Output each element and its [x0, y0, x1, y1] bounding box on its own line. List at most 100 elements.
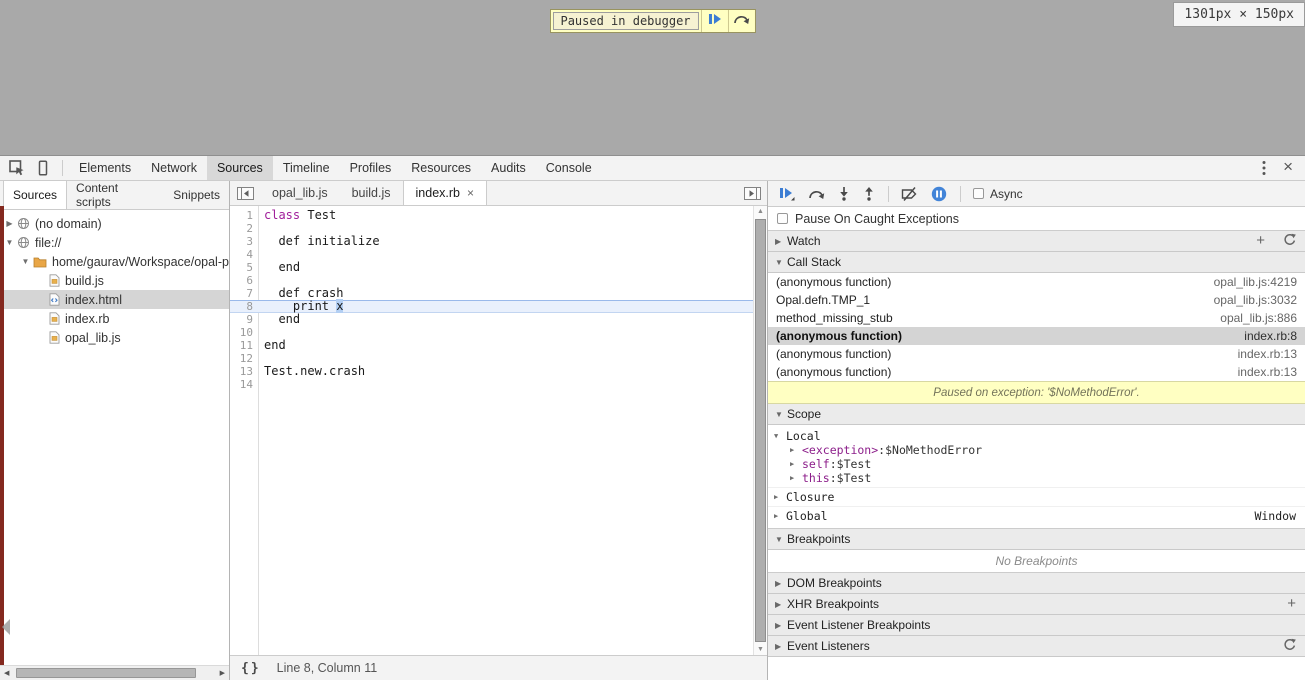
refresh-watch-icon[interactable]: [1283, 233, 1296, 249]
scroll-down-icon[interactable]: ▼: [754, 646, 767, 653]
event-listener-breakpoints-section-header[interactable]: ▶ Event Listener Breakpoints: [768, 615, 1305, 636]
scope-row-local[interactable]: ▼ Local: [768, 429, 1305, 443]
line-number[interactable]: 3: [230, 235, 258, 248]
expanded-arrow-icon[interactable]: ▼: [20, 257, 31, 266]
call-stack-frame[interactable]: (anonymous function) index.rb:13: [768, 363, 1305, 381]
tab-resources[interactable]: Resources: [401, 156, 481, 180]
navigator-tab-snippets[interactable]: Snippets: [164, 181, 229, 209]
tree-item-index-html[interactable]: index.html: [0, 290, 229, 309]
overflow-menu-icon[interactable]: [1251, 156, 1277, 180]
code-line[interactable]: 1 class Test: [230, 209, 753, 223]
navigator-tab-content-scripts[interactable]: Content scripts: [67, 181, 164, 209]
expanded-arrow-icon[interactable]: ▼: [774, 429, 786, 443]
call-stack-frame[interactable]: (anonymous function) index.rb:13: [768, 345, 1305, 363]
code-line[interactable]: 13 Test.new.crash: [230, 365, 753, 379]
expanded-arrow-icon[interactable]: ▼: [4, 238, 15, 247]
line-number[interactable]: 2: [230, 222, 258, 235]
resume-button[interactable]: [779, 187, 795, 201]
tree-item--no-domain-[interactable]: ▶ (no domain): [0, 214, 229, 233]
tree-item-home-gaurav-workspace-opal-pl[interactable]: ▼ home/gaurav/Workspace/opal-pl: [0, 252, 229, 271]
call-stack-frame[interactable]: method_missing_stub opal_lib.js:886: [768, 309, 1305, 327]
code-line[interactable]: 10: [230, 326, 753, 339]
close-devtools-icon[interactable]: ×: [1277, 157, 1305, 179]
collapsed-arrow-icon[interactable]: ▶: [790, 443, 802, 457]
scroll-right-icon[interactable]: ▶: [220, 667, 225, 680]
tree-item-index-rb[interactable]: index.rb: [0, 309, 229, 328]
inspect-element-icon[interactable]: [4, 156, 30, 180]
tab-audits[interactable]: Audits: [481, 156, 536, 180]
navigator-tab-sources[interactable]: Sources: [3, 181, 68, 209]
source-code-area[interactable]: 1 class Test 2 3 def initialize 4 5 end 6 7 def…: [230, 206, 767, 655]
scope-section-header[interactable]: ▼ Scope: [768, 404, 1305, 425]
editor-tab-build-js[interactable]: build.js: [340, 181, 403, 205]
close-tab-icon[interactable]: ×: [467, 186, 474, 200]
editor-tab-index-rb[interactable]: index.rb ×: [402, 181, 488, 205]
code-line[interactable]: 5 end: [230, 261, 753, 275]
scope-row--exception-[interactable]: ▶ <exception>: $NoMethodError: [768, 443, 1305, 457]
step-into-button[interactable]: [838, 186, 850, 201]
call-stack-frame[interactable]: Opal.defn.TMP_1 opal_lib.js:3032: [768, 291, 1305, 309]
tab-profiles[interactable]: Profiles: [340, 156, 402, 180]
code-line[interactable]: 3 def initialize: [230, 235, 753, 249]
line-number[interactable]: 9: [230, 313, 258, 326]
pause-on-exceptions-button[interactable]: [931, 186, 947, 202]
add-icon[interactable]: +: [1287, 596, 1296, 611]
vertical-scroll-thumb[interactable]: [755, 219, 766, 642]
collapsed-arrow-icon[interactable]: ▶: [4, 219, 15, 228]
tree-item-file-[interactable]: ▼ file://: [0, 233, 229, 252]
line-number[interactable]: 10: [230, 326, 258, 339]
async-checkbox[interactable]: [973, 188, 984, 199]
scope-row-global[interactable]: ▶ Global Window: [768, 506, 1305, 523]
step-out-button[interactable]: [863, 186, 875, 201]
step-over-button[interactable]: [808, 187, 825, 200]
breakpoints-section-header[interactable]: ▼ Breakpoints: [768, 529, 1305, 550]
horizontal-scroll-thumb[interactable]: [16, 668, 196, 678]
code-line[interactable]: 11 end: [230, 339, 753, 353]
collapsed-arrow-icon[interactable]: ▶: [790, 471, 802, 485]
watch-section-header[interactable]: ▶ Watch +: [768, 231, 1305, 252]
xhr-breakpoints-section-header[interactable]: ▶ XHR Breakpoints +: [768, 594, 1305, 615]
line-number[interactable]: 1: [230, 209, 258, 222]
code-line[interactable]: 14: [230, 378, 753, 391]
tab-elements[interactable]: Elements: [69, 156, 141, 180]
line-number[interactable]: 14: [230, 378, 258, 391]
collapsed-arrow-icon[interactable]: ▶: [774, 509, 786, 523]
step-over-button-banner[interactable]: [727, 10, 755, 32]
collapsed-arrow-icon[interactable]: ▶: [790, 457, 802, 471]
hide-navigator-icon[interactable]: [230, 181, 260, 205]
tab-sources[interactable]: Sources: [206, 155, 273, 180]
scope-row-this[interactable]: ▶ this: $Test: [768, 471, 1305, 485]
tab-network[interactable]: Network: [141, 156, 207, 180]
call-stack-frame[interactable]: (anonymous function) index.rb:8: [768, 327, 1305, 345]
add-watch-icon[interactable]: +: [1256, 233, 1265, 248]
show-debugger-sidebar-icon[interactable]: [737, 181, 767, 205]
execution-line[interactable]: 8 print x: [230, 299, 753, 313]
line-number[interactable]: 11: [230, 339, 258, 352]
event-listeners-section-header[interactable]: ▶ Event Listeners: [768, 636, 1305, 657]
editor-vertical-scrollbar[interactable]: ▲ ▼: [753, 206, 767, 655]
line-number[interactable]: 5: [230, 261, 258, 274]
code-line[interactable]: 9 end: [230, 313, 753, 327]
pretty-print-icon[interactable]: {}: [241, 661, 261, 676]
device-mode-icon[interactable]: [30, 156, 56, 180]
line-number[interactable]: 7: [230, 287, 258, 300]
call-stack-frame[interactable]: (anonymous function) opal_lib.js:4219: [768, 273, 1305, 291]
call-stack-section-header[interactable]: ▼ Call Stack: [768, 252, 1305, 273]
code-line[interactable]: 4: [230, 248, 753, 261]
resume-script-button[interactable]: [700, 10, 728, 32]
pause-on-caught-checkbox[interactable]: [777, 213, 788, 224]
deactivate-breakpoints-button[interactable]: [901, 186, 918, 201]
tree-item-build-js[interactable]: build.js: [0, 271, 229, 290]
line-number[interactable]: 13: [230, 365, 258, 378]
editor-tab-opal-lib-js[interactable]: opal_lib.js: [260, 181, 340, 205]
tab-timeline[interactable]: Timeline: [273, 156, 340, 180]
collapsed-arrow-icon[interactable]: ▶: [774, 490, 786, 504]
line-number[interactable]: 8: [230, 300, 258, 313]
tree-item-opal-lib-js[interactable]: opal_lib.js: [0, 328, 229, 347]
refresh-icon[interactable]: [1283, 638, 1296, 654]
dom-breakpoints-section-header[interactable]: ▶ DOM Breakpoints: [768, 573, 1305, 594]
line-number[interactable]: 12: [230, 352, 258, 365]
line-number[interactable]: 6: [230, 274, 258, 287]
scope-row-closure[interactable]: ▶ Closure: [768, 487, 1305, 504]
tab-console[interactable]: Console: [536, 156, 602, 180]
